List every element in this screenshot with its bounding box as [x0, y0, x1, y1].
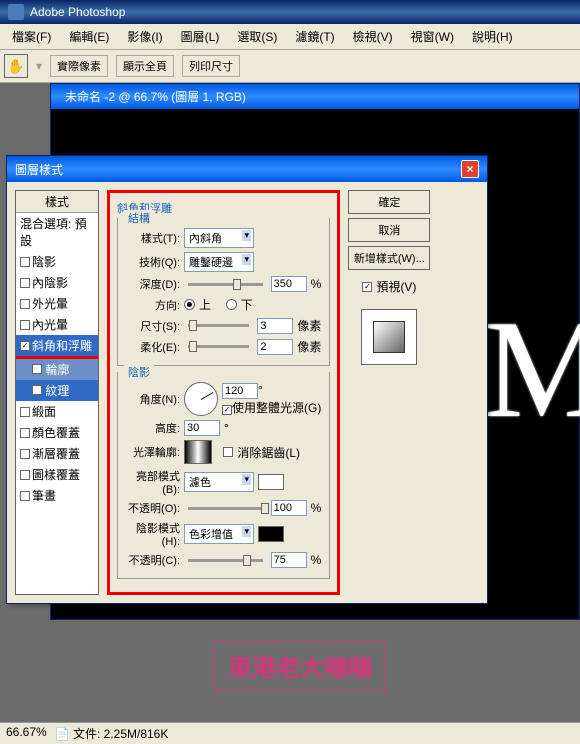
- angle-input[interactable]: [222, 383, 258, 399]
- style-inner-glow[interactable]: 內光暈: [16, 314, 98, 335]
- structure-group: 樣式(T):內斜角 技術(Q):雕鑿硬邊 深度(D):% 方向:上 下 尺寸(S…: [117, 218, 330, 366]
- layer-style-dialog: 圖層樣式 × 樣式 混合選項: 預設 陰影 內陰影 外光暈 內光暈 ✓斜角和浮雕…: [6, 155, 488, 604]
- style-select[interactable]: 內斜角: [184, 228, 254, 248]
- highlight-opacity-input[interactable]: [271, 500, 307, 516]
- hand-tool-icon[interactable]: ✋: [4, 54, 28, 78]
- shadow-mode-label: 陰影模式(H):: [126, 520, 180, 548]
- soften-slider[interactable]: [188, 345, 249, 348]
- close-icon[interactable]: ×: [461, 160, 479, 178]
- altitude-input[interactable]: [184, 420, 220, 436]
- app-icon: [8, 4, 24, 20]
- angle-dial[interactable]: [184, 382, 218, 416]
- style-satin[interactable]: 緞面: [16, 401, 98, 422]
- style-bevel-emboss[interactable]: ✓斜角和浮雕: [16, 335, 98, 359]
- preview-thumbnail: [361, 309, 417, 365]
- shadow-opacity-input[interactable]: [271, 552, 307, 568]
- app-title: Adobe Photoshop: [30, 5, 125, 19]
- style-outer-glow[interactable]: 外光暈: [16, 293, 98, 314]
- zoom-level[interactable]: 66.67%: [6, 725, 47, 742]
- soften-label: 柔化(E):: [126, 339, 180, 355]
- watermark: 東港老大嘣嘣: [200, 620, 400, 710]
- size-input[interactable]: [257, 318, 293, 334]
- technique-select[interactable]: 雕鑿硬邊: [184, 252, 254, 272]
- ok-button[interactable]: 確定: [348, 190, 430, 214]
- direction-label: 方向:: [126, 297, 180, 313]
- depth-label: 深度(D):: [126, 276, 180, 292]
- highlight-color-swatch[interactable]: [258, 474, 284, 490]
- highlight-opacity-label: 不透明(O):: [126, 500, 180, 516]
- menu-window[interactable]: 視窗(W): [403, 26, 462, 47]
- antialias-checkbox[interactable]: [223, 447, 233, 457]
- dialog-title: 圖層樣式: [15, 161, 63, 178]
- options-bar: ✋ ▾ 實際像素 顯示全頁 列印尺寸: [0, 50, 580, 83]
- watermark-text: 東港老大嘣嘣: [214, 640, 386, 691]
- cancel-button[interactable]: 取消: [348, 218, 430, 242]
- style-label: 樣式(T):: [126, 230, 180, 246]
- menu-help[interactable]: 說明(H): [464, 26, 521, 47]
- fit-screen-button[interactable]: 顯示全頁: [116, 55, 174, 77]
- dialog-buttons: 確定 取消 新增樣式(W)... ✓預視(V): [348, 190, 430, 595]
- menu-image[interactable]: 影像(I): [119, 26, 170, 47]
- doc-size: 📄 文件: 2.25M/816K: [55, 725, 169, 742]
- canvas-letter-m: M: [484, 289, 574, 469]
- gloss-contour-picker[interactable]: [184, 440, 212, 464]
- shadow-color-swatch[interactable]: [258, 526, 284, 542]
- shadow-mode-select[interactable]: 色彩增值: [184, 524, 254, 544]
- shadow-opacity-label: 不透明(C):: [126, 552, 180, 568]
- bevel-settings: 斜角和浮雕 樣式(T):內斜角 技術(Q):雕鑿硬邊 深度(D):% 方向:上 …: [113, 196, 334, 589]
- settings-highlight: 斜角和浮雕 樣式(T):內斜角 技術(Q):雕鑿硬邊 深度(D):% 方向:上 …: [107, 190, 340, 595]
- menubar: 檔案(F) 編輯(E) 影像(I) 圖層(L) 選取(S) 濾鏡(T) 檢視(V…: [0, 24, 580, 50]
- dir-up-radio[interactable]: [184, 299, 195, 310]
- print-size-button[interactable]: 列印尺寸: [182, 55, 240, 77]
- doc-title: 未命名 -2 @ 66.7% (圖層 1, RGB): [65, 88, 246, 105]
- gloss-label: 光澤輪廓:: [126, 444, 180, 460]
- depth-input[interactable]: [271, 276, 307, 292]
- size-slider[interactable]: [188, 324, 249, 327]
- styles-header[interactable]: 樣式: [16, 191, 98, 213]
- actual-pixels-button[interactable]: 實際像素: [50, 55, 108, 77]
- menu-select[interactable]: 選取(S): [229, 26, 285, 47]
- soften-input[interactable]: [257, 339, 293, 355]
- style-stroke[interactable]: 筆畫: [16, 485, 98, 506]
- preview-checkbox[interactable]: ✓: [362, 282, 372, 292]
- altitude-label: 高度:: [126, 420, 180, 436]
- shadow-opacity-slider[interactable]: [188, 559, 263, 562]
- doc-titlebar: 未命名 -2 @ 66.7% (圖層 1, RGB): [51, 84, 579, 109]
- technique-label: 技術(Q):: [126, 254, 180, 270]
- style-list: 樣式 混合選項: 預設 陰影 內陰影 外光暈 內光暈 ✓斜角和浮雕 輪廓 紋理 …: [15, 190, 99, 595]
- menu-layer[interactable]: 圖層(L): [173, 26, 228, 47]
- style-texture[interactable]: 紋理: [16, 380, 98, 401]
- style-contour[interactable]: 輪廓: [16, 359, 98, 380]
- style-drop-shadow[interactable]: 陰影: [16, 251, 98, 272]
- angle-label: 角度(N):: [126, 391, 180, 407]
- depth-slider[interactable]: [188, 283, 263, 286]
- menu-view[interactable]: 檢視(V): [345, 26, 401, 47]
- global-light-checkbox[interactable]: ✓: [222, 405, 232, 415]
- dialog-titlebar[interactable]: 圖層樣式 ×: [7, 156, 487, 182]
- menu-filter[interactable]: 濾鏡(T): [287, 26, 342, 47]
- new-style-button[interactable]: 新增樣式(W)...: [348, 246, 430, 270]
- size-label: 尺寸(S):: [126, 318, 180, 334]
- style-pattern-overlay[interactable]: 圖樣覆蓋: [16, 464, 98, 485]
- app-titlebar: Adobe Photoshop: [0, 0, 580, 24]
- style-inner-shadow[interactable]: 內陰影: [16, 272, 98, 293]
- highlight-mode-label: 亮部模式(B):: [126, 468, 180, 496]
- menu-file[interactable]: 檔案(F): [4, 26, 59, 47]
- style-color-overlay[interactable]: 顏色覆蓋: [16, 422, 98, 443]
- menu-edit[interactable]: 編輯(E): [61, 26, 117, 47]
- blend-options[interactable]: 混合選項: 預設: [16, 213, 98, 251]
- shading-group: 角度(N): ° ✓使用整體光源(G) 高度:° 光澤輪廓: 消除鋸齒(L) 亮…: [117, 372, 330, 579]
- highlight-mode-select[interactable]: 濾色: [184, 472, 254, 492]
- style-gradient-overlay[interactable]: 漸層覆蓋: [16, 443, 98, 464]
- highlight-opacity-slider[interactable]: [188, 507, 263, 510]
- dir-down-radio[interactable]: [226, 299, 237, 310]
- statusbar: 66.67% 📄 文件: 2.25M/816K: [0, 722, 580, 744]
